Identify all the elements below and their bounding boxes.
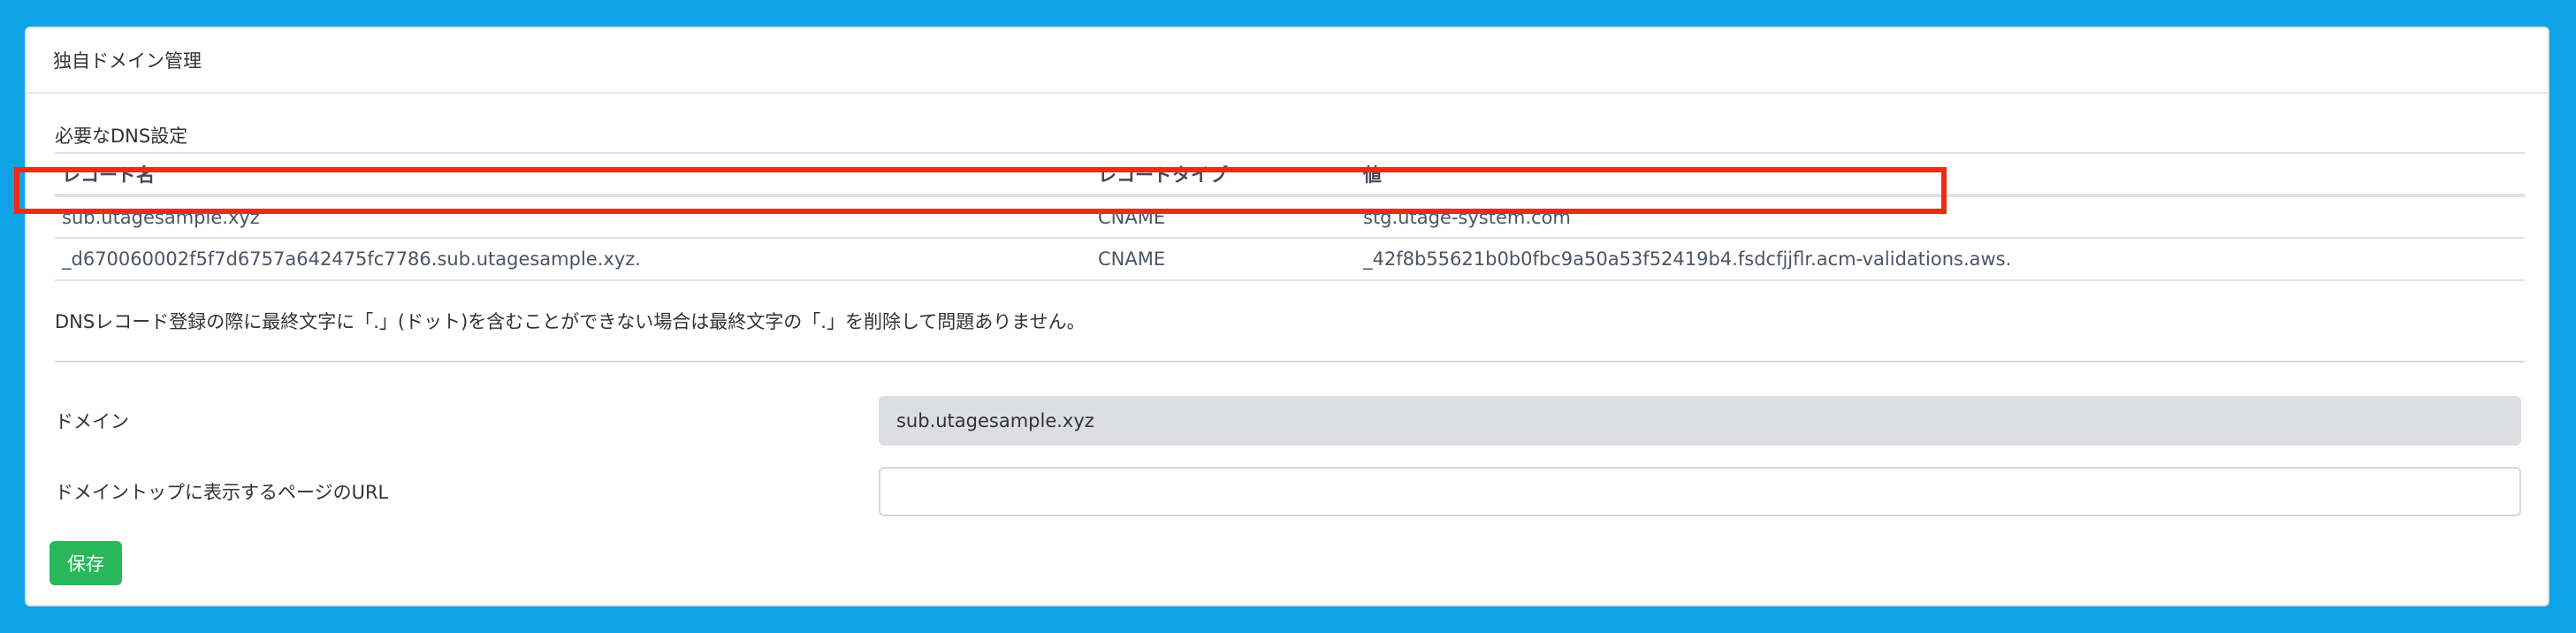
card-header: 独自ドメイン管理 — [27, 28, 2548, 94]
domain-label: ドメイン — [55, 411, 129, 432]
save-button[interactable]: 保存 — [50, 541, 122, 585]
top-page-url-input[interactable] — [878, 467, 2521, 516]
url-label: ドメイントップに表示するページのURL — [55, 482, 389, 503]
dns-records-table: レコード名 レコードタイプ 値 sub.utagesample.xyz CNAM… — [55, 152, 2525, 281]
card-title: 独自ドメイン管理 — [53, 50, 202, 72]
column-header-value: 値 — [1356, 152, 2525, 197]
domain-row: ドメイン sub.utagesample.xyz — [55, 396, 2521, 446]
url-row: ドメイントップに表示するページのURL — [55, 467, 2521, 516]
record-type-cell: CNAME — [1091, 238, 1356, 281]
table-row: _d670060002f5f7d6757a642475fc7786.sub.ut… — [55, 238, 2525, 281]
column-header-record-type: レコードタイプ — [1091, 152, 1356, 197]
card-body: 必要なDNS設定 レコード名 レコードタイプ 値 sub.utagesample… — [27, 94, 2548, 585]
dns-note: DNSレコード登録の際に最終文字に「.」(ドット)を含むことができない場合は最終… — [55, 311, 1086, 332]
record-type-cell: CNAME — [1091, 195, 1356, 239]
dns-section-title: 必要なDNS設定 — [55, 126, 188, 147]
record-value-cell: stg.utage-system.com — [1356, 195, 2525, 239]
record-name-cell: _d670060002f5f7d6757a642475fc7786.sub.ut… — [55, 238, 1091, 281]
domain-field-value: sub.utagesample.xyz — [896, 410, 1094, 431]
section-divider — [55, 361, 2525, 362]
table-row: sub.utagesample.xyz CNAME stg.utage-syst… — [55, 195, 2525, 239]
column-header-record-name: レコード名 — [55, 152, 1091, 197]
domain-management-card: 独自ドメイン管理 必要なDNS設定 レコード名 レコードタイプ 値 sub.ut… — [25, 27, 2549, 606]
domain-field: sub.utagesample.xyz — [878, 396, 2521, 446]
table-header-row: レコード名 レコードタイプ 値 — [55, 152, 2525, 197]
record-value-cell: _42f8b55621b0b0fbc9a50a53f52419b4.fsdcfj… — [1356, 238, 2525, 281]
record-name-cell: sub.utagesample.xyz — [55, 195, 1091, 239]
